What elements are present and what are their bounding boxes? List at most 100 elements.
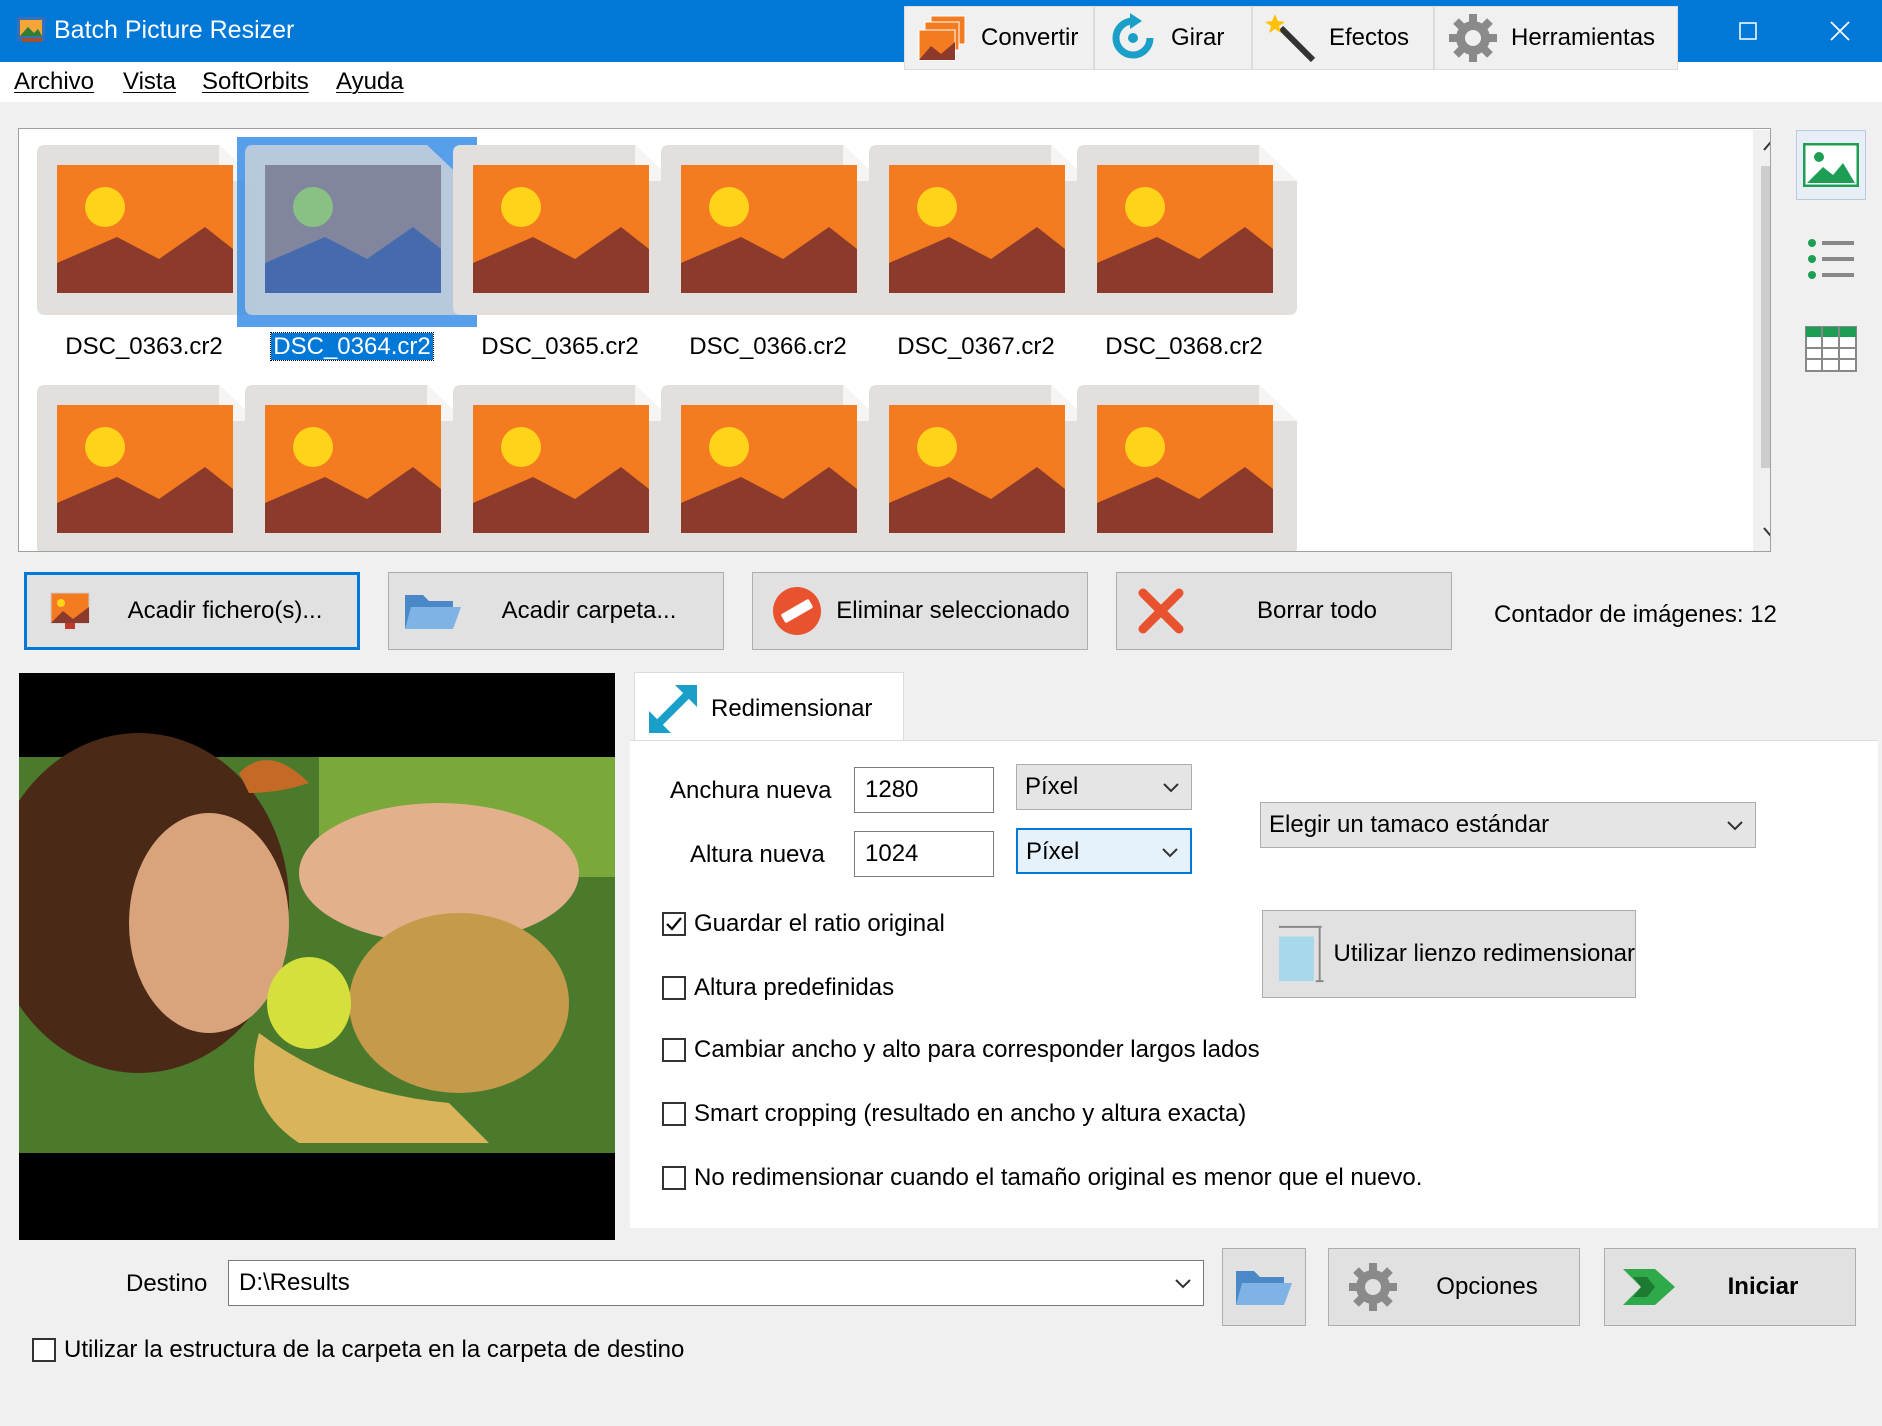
thumbnail-item[interactable] <box>1059 369 1309 551</box>
tab-rotate[interactable]: Girar <box>1094 6 1252 70</box>
keep-structure-label: Utilizar la estructura de la carpeta en … <box>64 1336 685 1363</box>
list-view-button[interactable] <box>1796 224 1866 294</box>
thumbnails-view-icon <box>1803 143 1859 187</box>
magic-wand-icon <box>1263 10 1319 66</box>
gear-icon <box>1445 10 1501 66</box>
app-icon <box>17 17 45 42</box>
image-counter: Contador de imágenes: 12 <box>1494 601 1777 628</box>
tab-effects[interactable]: Efectos <box>1252 6 1434 70</box>
image-file-icon <box>453 145 673 315</box>
tab-resize[interactable]: Redimensionar <box>634 672 904 744</box>
folder-open-icon <box>1236 1271 1292 1305</box>
no-upscale-label: No redimensionar cuando el tamaño origin… <box>694 1164 1423 1191</box>
folder-icon <box>403 581 463 641</box>
maximize-icon <box>1739 22 1757 40</box>
menu-archivo[interactable]: Archivo <box>14 68 94 96</box>
checkbox-box[interactable] <box>662 1038 686 1062</box>
grid-view-icon <box>1805 326 1857 372</box>
convert-icon <box>915 10 971 66</box>
tab-rotate-label: Girar <box>1171 24 1225 51</box>
chevron-down-icon[interactable] <box>1173 1273 1193 1293</box>
height-unit-select[interactable]: Píxel <box>1016 828 1192 874</box>
width-input[interactable]: 1280 <box>854 767 994 813</box>
width-unit-value: Píxel <box>1025 773 1079 800</box>
start-arrow-icon <box>1619 1257 1679 1317</box>
menu-ayuda[interactable]: Ayuda <box>336 68 404 96</box>
remove-selected-label: Eliminar seleccionado <box>836 597 1070 624</box>
tab-tools[interactable]: Herramientas <box>1434 6 1678 70</box>
clear-all-label: Borrar todo <box>1256 597 1378 624</box>
menu-softorbits[interactable]: SoftOrbits <box>202 68 309 96</box>
standard-size-select[interactable]: Elegir un tamaco estándar <box>1260 802 1756 848</box>
thumbnail-panel[interactable]: DSC_0363.cr2 DSC_0364.cr2 DSC_0365.cr2 D… <box>18 128 1771 552</box>
chevron-down-icon <box>1162 848 1178 858</box>
no-upscale-checkbox[interactable]: No redimensionar cuando el tamaño origin… <box>662 1164 1422 1192</box>
height-label: Altura nueva <box>690 841 825 868</box>
predefined-height-checkbox[interactable]: Altura predefinidas <box>662 974 894 1002</box>
image-file-icon <box>453 385 673 551</box>
checkbox-box[interactable] <box>662 1102 686 1126</box>
width-unit-select[interactable]: Píxel <box>1016 764 1192 810</box>
remove-selected-button[interactable]: Eliminar seleccionado <box>752 572 1088 650</box>
smart-crop-checkbox[interactable]: Smart cropping (resultado en ancho y alt… <box>662 1100 1246 1128</box>
window-title: Batch Picture Resizer <box>54 16 295 44</box>
tab-effects-label: Efectos <box>1329 24 1410 51</box>
start-label: Iniciar <box>1727 1273 1799 1300</box>
menu-vista[interactable]: Vista <box>123 68 176 96</box>
keep-ratio-checkbox[interactable]: Guardar el ratio original <box>662 910 945 938</box>
height-input[interactable]: 1024 <box>854 831 994 877</box>
tab-tools-label: Herramientas <box>1511 24 1656 51</box>
browse-folder-button[interactable] <box>1222 1248 1306 1326</box>
remove-icon <box>767 581 827 641</box>
add-folder-button[interactable]: Acadir carpeta... <box>388 572 724 650</box>
chevron-down-icon <box>1163 783 1179 793</box>
keep-ratio-label: Guardar el ratio original <box>694 910 945 937</box>
add-image-icon <box>41 581 101 641</box>
scroll-up-icon[interactable] <box>1762 140 1771 152</box>
destination-input[interactable]: D:\Results <box>228 1260 1204 1306</box>
smart-crop-label: Smart cropping (resultado en ancho y alt… <box>694 1100 1247 1127</box>
image-file-icon <box>245 145 465 315</box>
checkbox-box[interactable] <box>662 1166 686 1190</box>
image-preview <box>19 673 615 1240</box>
checkbox-box[interactable] <box>662 976 686 1000</box>
thumbnail-scrollbar[interactable] <box>1753 130 1771 551</box>
clear-x-icon <box>1131 581 1191 641</box>
add-folder-label: Acadir carpeta... <box>501 597 677 624</box>
clear-all-button[interactable]: Borrar todo <box>1116 572 1452 650</box>
close-button[interactable] <box>1794 0 1882 62</box>
options-label: Opciones <box>1436 1273 1538 1300</box>
image-file-icon <box>37 385 257 551</box>
canvas-resize-button[interactable]: Utilizar lienzo redimensionar <box>1262 910 1636 998</box>
list-view-icon <box>1808 239 1854 279</box>
swap-sides-checkbox[interactable]: Cambiar ancho y alto para corresponder l… <box>662 1036 1260 1064</box>
checkbox-box[interactable] <box>32 1338 56 1362</box>
thumbnail-label: DSC_0368.cr2 <box>1105 333 1263 360</box>
image-file-icon <box>869 385 1089 551</box>
predefined-height-label: Altura predefinidas <box>694 974 895 1001</box>
canvas-icon <box>1278 925 1324 983</box>
thumbnails-view-button[interactable] <box>1796 130 1866 200</box>
chevron-down-icon <box>1727 821 1743 831</box>
preview-photo <box>19 673 615 1240</box>
keep-structure-checkbox[interactable]: Utilizar la estructura de la carpeta en … <box>32 1336 684 1364</box>
maximize-button[interactable] <box>1702 0 1794 62</box>
height-unit-value: Píxel <box>1026 838 1080 865</box>
add-files-label: Acadir fichero(s)... <box>127 597 323 624</box>
width-label: Anchura nueva <box>670 777 832 804</box>
add-files-button[interactable]: Acadir fichero(s)... <box>24 572 360 650</box>
tab-convert[interactable]: Convertir <box>904 6 1094 70</box>
image-file-icon <box>1077 145 1297 315</box>
thumbnail-item[interactable]: DSC_0368.cr2 <box>1059 129 1309 360</box>
options-button[interactable]: Opciones <box>1328 1248 1580 1326</box>
image-file-icon <box>661 385 881 551</box>
start-button[interactable]: Iniciar <box>1604 1248 1856 1326</box>
gear-icon <box>1343 1257 1403 1317</box>
close-icon <box>1830 21 1850 41</box>
checkbox-box[interactable] <box>662 912 686 936</box>
scroll-down-icon[interactable] <box>1762 526 1771 538</box>
destination-value: D:\Results <box>239 1269 350 1296</box>
standard-size-value: Elegir un tamaco estándar <box>1269 811 1550 838</box>
grid-view-button[interactable] <box>1796 314 1866 384</box>
scrollbar-thumb[interactable] <box>1761 166 1770 468</box>
